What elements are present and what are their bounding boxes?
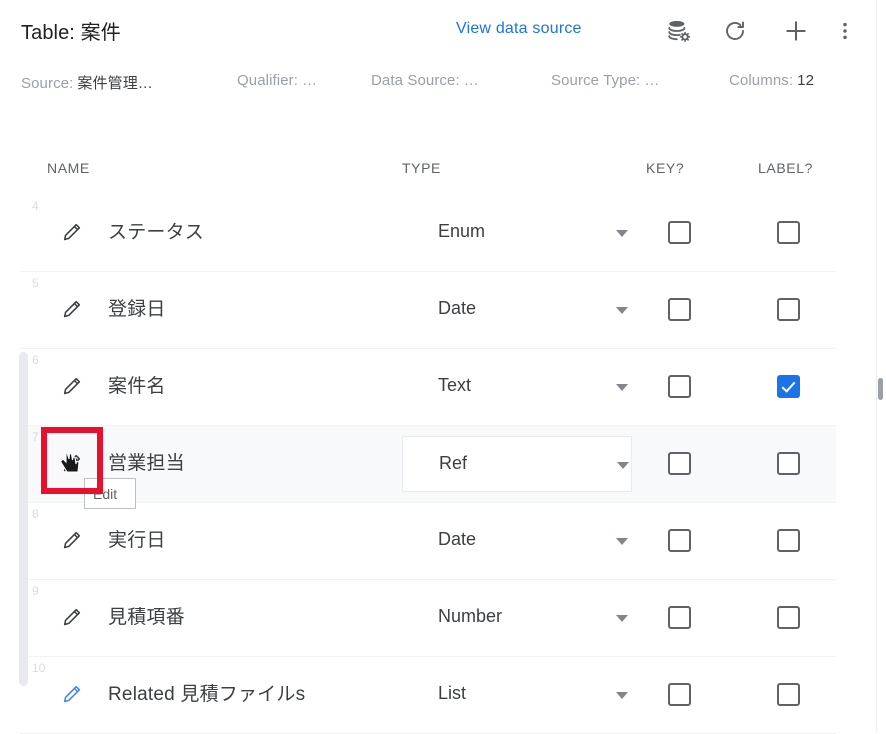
page-title-value: 案件 bbox=[80, 22, 121, 44]
type-dropdown[interactable]: Ref bbox=[402, 436, 632, 492]
row-number: 5 bbox=[32, 276, 39, 290]
label-checkbox[interactable] bbox=[777, 298, 800, 321]
table-row[interactable]: 9 見積項番 Number bbox=[20, 580, 836, 657]
chevron-down-icon bbox=[616, 230, 628, 237]
meta-source-label: Source: bbox=[21, 75, 74, 92]
page-title: Table: 案件 bbox=[21, 16, 121, 45]
key-checkbox[interactable] bbox=[668, 606, 691, 629]
meta-columns-value: 12 bbox=[797, 72, 815, 89]
type-dropdown-value: Text bbox=[438, 375, 472, 395]
meta-data-source-value: … bbox=[463, 72, 479, 89]
meta-qualifier: Qualifier:… bbox=[237, 72, 317, 89]
meta-qualifier-value: … bbox=[302, 72, 318, 89]
chevron-down-icon bbox=[616, 384, 628, 391]
column-name-text: ステータス bbox=[108, 222, 205, 243]
columns-table: 4 ステータス Enum 5 登録日 Date 6 案件名 Text 7 営業担当 Ref 8 実行日 Da… bbox=[0, 195, 886, 734]
type-dropdown-value: Enum bbox=[438, 221, 486, 241]
table-row[interactable]: 7 営業担当 Ref bbox=[20, 426, 836, 503]
column-header-name: NAME bbox=[47, 160, 90, 176]
table-row[interactable]: 8 実行日 Date bbox=[20, 503, 836, 580]
chevron-down-icon bbox=[616, 307, 628, 314]
column-header-row: NAME TYPE KEY? LABEL? bbox=[0, 160, 886, 190]
table-row[interactable]: 10 Related 見積ファイルs List bbox=[20, 657, 836, 734]
table-metadata-row: Source: 案件管理… Qualifier:… Data Source:… S… bbox=[0, 72, 886, 104]
label-checkbox[interactable] bbox=[777, 683, 800, 706]
meta-data-source-label: Data Source: bbox=[371, 72, 460, 89]
type-dropdown-value: List bbox=[438, 683, 467, 703]
column-name-text: 営業担当 bbox=[108, 453, 185, 474]
label-checkbox[interactable] bbox=[777, 606, 800, 629]
table-row[interactable]: 6 案件名 Text bbox=[20, 349, 836, 426]
meta-qualifier-label: Qualifier: bbox=[237, 72, 299, 89]
edit-pencil-icon[interactable] bbox=[61, 221, 83, 243]
right-edge-divider bbox=[876, 0, 877, 732]
key-checkbox[interactable] bbox=[668, 298, 691, 321]
column-name-text: 案件名 bbox=[108, 376, 166, 397]
column-header-key: KEY? bbox=[646, 160, 685, 176]
row-number: 9 bbox=[32, 584, 39, 598]
column-name-text: 登録日 bbox=[108, 299, 166, 320]
vertical-scrollbar-thumb-right[interactable] bbox=[878, 378, 883, 400]
table-row[interactable]: 5 登録日 Date bbox=[20, 272, 836, 349]
vertical-scrollbar-thumb-left[interactable] bbox=[19, 352, 28, 686]
view-data-source-link[interactable]: View data source bbox=[456, 20, 582, 38]
refresh-icon[interactable] bbox=[716, 12, 754, 50]
row-number: 10 bbox=[32, 661, 46, 675]
plus-icon[interactable] bbox=[777, 12, 815, 50]
chevron-down-icon bbox=[616, 538, 628, 545]
edit-tooltip: Edit bbox=[84, 478, 136, 509]
meta-columns-label: Columns: bbox=[729, 72, 794, 89]
key-checkbox[interactable] bbox=[668, 683, 691, 706]
key-checkbox[interactable] bbox=[668, 221, 691, 244]
label-checkbox[interactable] bbox=[777, 221, 800, 244]
type-dropdown[interactable]: Number bbox=[402, 590, 632, 646]
column-header-type: TYPE bbox=[402, 160, 441, 176]
type-dropdown[interactable]: Text bbox=[402, 359, 632, 415]
type-dropdown[interactable]: Date bbox=[402, 282, 632, 338]
chevron-down-icon bbox=[616, 615, 628, 622]
chevron-down-icon bbox=[617, 462, 629, 469]
type-dropdown[interactable]: Date bbox=[402, 513, 632, 569]
type-dropdown-value: Number bbox=[438, 606, 503, 626]
chevron-down-icon bbox=[616, 692, 628, 699]
row-number: 6 bbox=[32, 353, 39, 367]
key-checkbox[interactable] bbox=[668, 529, 691, 552]
meta-source-type: Source Type:… bbox=[551, 72, 659, 89]
edit-pencil-icon[interactable] bbox=[61, 529, 83, 551]
top-toolbar: Table: 案件 View data source bbox=[0, 0, 886, 62]
edit-pencil-icon[interactable] bbox=[61, 606, 83, 628]
page-title-label: Table: bbox=[21, 22, 75, 44]
table-row[interactable]: 4 ステータス Enum bbox=[20, 195, 836, 272]
meta-data-source: Data Source:… bbox=[371, 72, 479, 89]
label-checkbox[interactable] bbox=[777, 529, 800, 552]
edit-pencil-icon[interactable] bbox=[61, 452, 83, 474]
column-header-label: LABEL? bbox=[758, 160, 813, 176]
label-checkbox[interactable] bbox=[777, 375, 800, 398]
row-number: 8 bbox=[32, 507, 39, 521]
column-name-text: Related 見積ファイルs bbox=[108, 684, 306, 705]
edit-pencil-icon[interactable] bbox=[61, 375, 83, 397]
column-name-text: 実行日 bbox=[108, 530, 166, 551]
row-number: 4 bbox=[32, 199, 39, 213]
type-dropdown[interactable]: List bbox=[402, 667, 632, 723]
label-checkbox[interactable] bbox=[777, 452, 800, 475]
meta-source: Source: 案件管理… bbox=[21, 72, 153, 93]
type-dropdown[interactable]: Enum bbox=[402, 205, 632, 261]
row-number: 7 bbox=[32, 430, 39, 444]
key-checkbox[interactable] bbox=[668, 452, 691, 475]
type-dropdown-value: Date bbox=[438, 298, 477, 318]
key-checkbox[interactable] bbox=[668, 375, 691, 398]
edit-pencil-icon[interactable] bbox=[61, 298, 83, 320]
column-name-text: 見積項番 bbox=[108, 607, 185, 628]
meta-source-value: 案件管理… bbox=[77, 75, 153, 92]
type-dropdown-value: Date bbox=[438, 529, 477, 549]
more-vertical-icon[interactable] bbox=[826, 12, 864, 50]
meta-columns: Columns: 12 bbox=[729, 72, 814, 89]
type-dropdown-value: Ref bbox=[439, 453, 468, 473]
edit-pencil-icon[interactable] bbox=[61, 683, 83, 705]
meta-source-type-value: … bbox=[644, 72, 660, 89]
database-settings-icon[interactable] bbox=[660, 12, 698, 50]
meta-source-type-label: Source Type: bbox=[551, 72, 641, 89]
